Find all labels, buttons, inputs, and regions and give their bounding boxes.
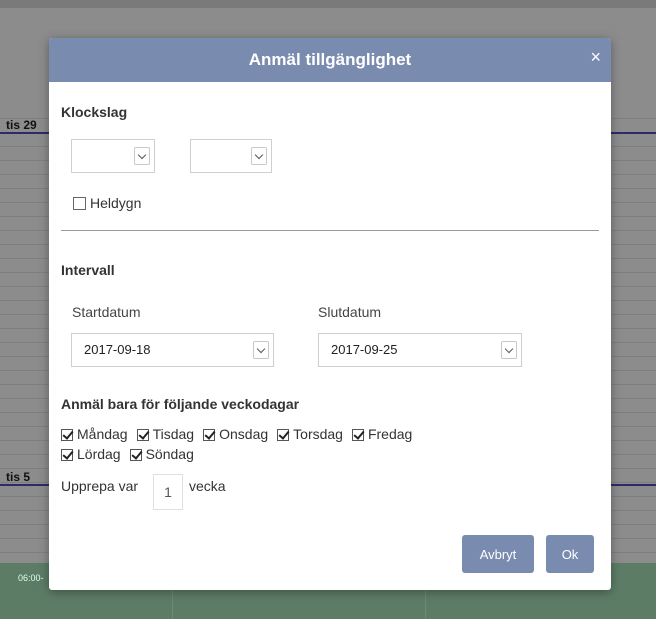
checkbox-checked-icon[interactable] [136, 429, 149, 441]
weekday-thursday[interactable]: Torsdag [277, 426, 343, 442]
checkbox-icon[interactable] [73, 197, 86, 210]
chevron-down-icon [251, 147, 267, 165]
start-date-value: 2017-09-18 [84, 342, 151, 357]
chevron-down-icon [134, 147, 150, 165]
weekday-label: Lördag [77, 446, 121, 462]
to-time-select[interactable] [190, 139, 272, 173]
weekday-sunday[interactable]: Söndag [129, 446, 194, 462]
end-date-select[interactable]: 2017-09-25 [318, 333, 522, 367]
time-section-title: Klockslag [61, 104, 128, 120]
repeat-unit-label: vecka [189, 478, 226, 494]
chevron-down-icon [253, 341, 269, 359]
weekday-label: Torsdag [293, 426, 343, 442]
interval-section-title: Intervall [61, 262, 115, 278]
weekday-saturday[interactable]: Lördag [61, 446, 121, 462]
checkbox-checked-icon[interactable] [61, 429, 73, 441]
from-time-select[interactable] [71, 139, 155, 173]
weekdays-row-1: Måndag Tisdag Onsdag Torsdag Fredag [61, 426, 421, 442]
availability-dialog: Anmäl tillgänglighet × Klockslag Heldygn… [49, 38, 611, 590]
checkbox-checked-icon[interactable] [61, 449, 73, 461]
start-date-label: Startdatum [72, 304, 141, 320]
weekday-label: Måndag [77, 426, 128, 442]
weekday-label: Söndag [145, 446, 194, 462]
weekdays-row-2: Lördag Söndag [61, 446, 203, 462]
weekday-label: Onsdag [219, 426, 269, 442]
top-bar [0, 0, 656, 8]
end-date-value: 2017-09-25 [331, 342, 398, 357]
weekdays-section-title: Anmäl bara för följande veckodagar [61, 396, 300, 412]
checkbox-checked-icon[interactable] [203, 429, 216, 441]
allday-label: Heldygn [90, 195, 142, 211]
time-label: 06:00- [18, 573, 44, 583]
chevron-down-icon [501, 341, 517, 359]
dialog-title: Anmäl tillgänglighet [248, 50, 412, 69]
checkbox-checked-icon[interactable] [129, 449, 142, 461]
repeat-label: Upprepa var [61, 478, 139, 494]
ok-button[interactable]: Ok [546, 535, 594, 573]
repeat-weeks-input[interactable] [153, 474, 183, 510]
day-label: tis 5 [6, 470, 31, 484]
weekday-wednesday[interactable]: Onsdag [203, 426, 268, 442]
checkbox-checked-icon[interactable] [351, 429, 364, 441]
weekday-label: Tisdag [152, 426, 195, 442]
allday-checkbox[interactable]: Heldygn [73, 195, 141, 211]
weekday-friday[interactable]: Fredag [351, 426, 413, 442]
end-date-label: Slutdatum [318, 304, 382, 320]
divider [61, 230, 599, 231]
close-icon[interactable]: × [590, 47, 601, 67]
dialog-header: Anmäl tillgänglighet × [49, 38, 611, 82]
weekday-label: Fredag [367, 426, 413, 442]
weekday-tuesday[interactable]: Tisdag [136, 426, 195, 442]
day-label: tis 29 [6, 118, 37, 132]
cancel-button[interactable]: Avbryt [462, 535, 534, 573]
checkbox-checked-icon[interactable] [277, 429, 290, 441]
weekday-monday[interactable]: Måndag [61, 426, 128, 442]
start-date-select[interactable]: 2017-09-18 [71, 333, 274, 367]
